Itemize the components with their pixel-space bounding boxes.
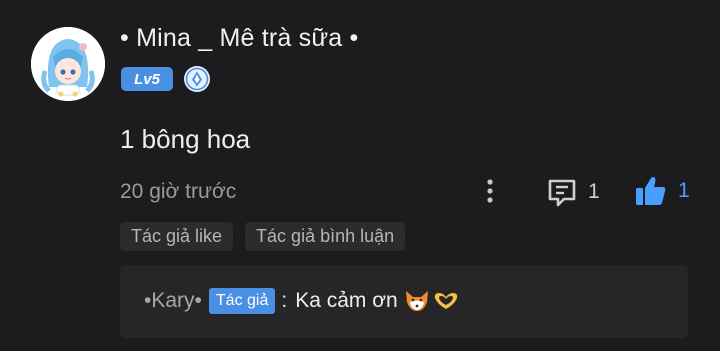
comment-icon [548,179,576,207]
like-count: 1 [678,179,690,202]
reply-line: •Kary• Tác giả : Ka cảm ơn [144,288,461,314]
comment-button[interactable]: 1 [546,176,600,208]
author-tag-badge: Tác giả [208,288,276,314]
reply-text: Ka cảm ơn [295,289,398,312]
like-button[interactable]: 1 [634,174,690,208]
more-options-icon[interactable] [478,176,502,208]
author-reply[interactable]: •Kary• Tác giả : Ka cảm ơn [120,265,688,338]
level-badge: Lv5 [121,67,173,91]
tag-author-liked: Tác giả like [120,222,234,251]
user-badges: Lv5 [121,65,211,93]
reply-emojis [404,289,461,313]
comment-content: 1 bông hoa [120,124,251,154]
thumbs-up-icon [636,177,666,205]
tag-author-commented: Tác giả bình luận [245,222,406,251]
comment-count: 1 [588,180,600,203]
user-avatar[interactable] [31,27,105,101]
heart-hands-icon [434,293,457,309]
username[interactable]: • Mina _ Mê trà sữa • [120,24,359,53]
comment-tags: Tác giả like Tác giả bình luận [120,222,406,251]
verified-badge-icon [184,66,210,92]
comment-timestamp: 20 giờ trước [120,180,237,203]
reply-author-name[interactable]: •Kary• [144,289,202,313]
fox-face-icon [405,291,428,311]
reply-separator: : [281,289,288,312]
